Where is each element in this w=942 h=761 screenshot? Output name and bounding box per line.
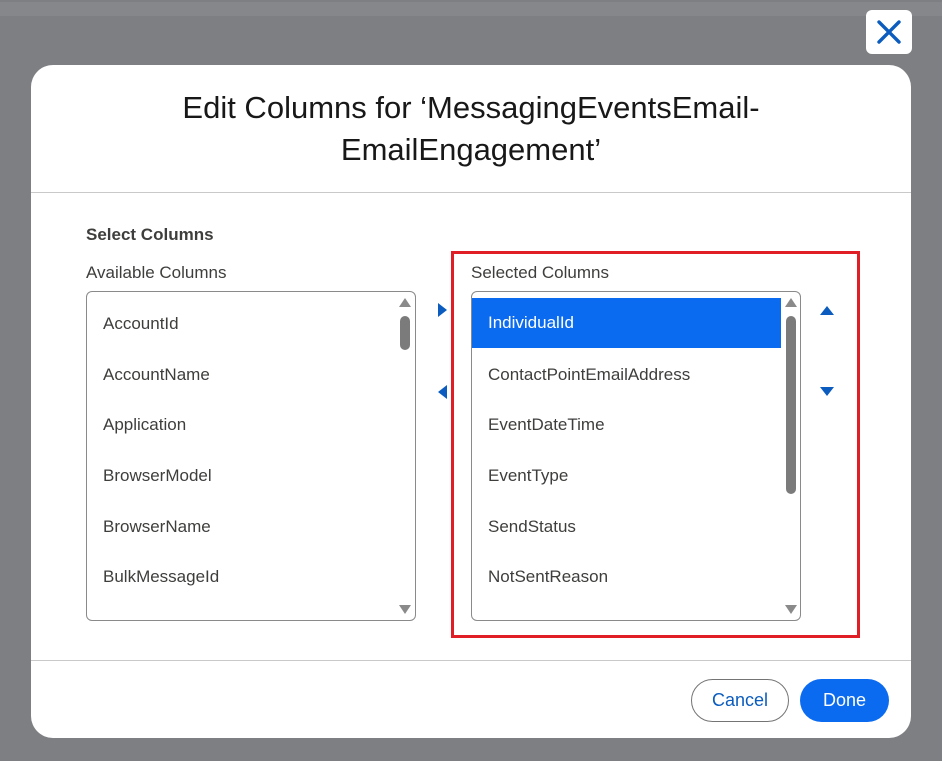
backdrop-bar (0, 2, 942, 16)
arrow-up-icon (820, 305, 834, 315)
arrow-right-icon (437, 303, 447, 317)
move-down-button[interactable] (817, 381, 837, 401)
close-icon (877, 20, 901, 44)
list-item[interactable]: Application (87, 400, 397, 450)
list-item[interactable]: ContactPointEmailAddress (472, 350, 782, 400)
dialog-header: Edit Columns for ‘MessagingEventsEmail-E… (31, 65, 911, 193)
list-item-selected[interactable]: IndividualId (472, 298, 781, 348)
selected-columns-label: Selected Columns (471, 263, 609, 282)
list-item[interactable]: EventType (472, 451, 782, 501)
move-up-button[interactable] (817, 300, 837, 320)
edit-columns-dialog: Edit Columns for ‘MessagingEventsEmail-E… (31, 65, 911, 738)
remove-from-selected-button[interactable] (432, 382, 452, 402)
done-button[interactable]: Done (800, 679, 889, 722)
scroll-thumb[interactable] (400, 316, 410, 350)
dialog-title: Edit Columns for ‘MessagingEventsEmail-E… (182, 89, 760, 167)
list-item[interactable]: AccountId (87, 299, 397, 349)
available-columns-list[interactable]: AccountId AccountName Application Browse… (86, 291, 416, 621)
add-to-selected-button[interactable] (432, 300, 452, 320)
selected-columns-list[interactable]: IndividualId ContactPointEmailAddress Ev… (471, 291, 801, 621)
scroll-up-arrow-icon[interactable] (399, 298, 411, 307)
list-item[interactable]: EventDateTime (472, 400, 782, 450)
cancel-button[interactable]: Cancel (691, 679, 789, 722)
list-item[interactable]: BulkMessageId (87, 552, 397, 602)
scroll-up-arrow-icon[interactable] (785, 298, 797, 307)
arrow-down-icon (820, 386, 834, 396)
scroll-down-arrow-icon[interactable] (785, 605, 797, 614)
list-item[interactable]: AccountName (87, 350, 397, 400)
select-columns-label: Select Columns (86, 225, 214, 244)
list-item[interactable]: SendStatus (472, 502, 782, 552)
scroll-thumb[interactable] (786, 316, 796, 494)
scroll-down-arrow-icon[interactable] (399, 605, 411, 614)
available-scrollbar[interactable] (397, 292, 413, 620)
list-item[interactable]: BrowserModel (87, 451, 397, 501)
available-columns-label: Available Columns (86, 263, 227, 282)
selected-scrollbar[interactable] (783, 292, 799, 620)
list-item[interactable]: NotSentReason (472, 552, 782, 602)
close-button[interactable] (866, 10, 912, 54)
list-item[interactable]: BrowserName (87, 502, 397, 552)
arrow-left-icon (437, 385, 447, 399)
dialog-footer: Cancel Done (31, 660, 911, 738)
